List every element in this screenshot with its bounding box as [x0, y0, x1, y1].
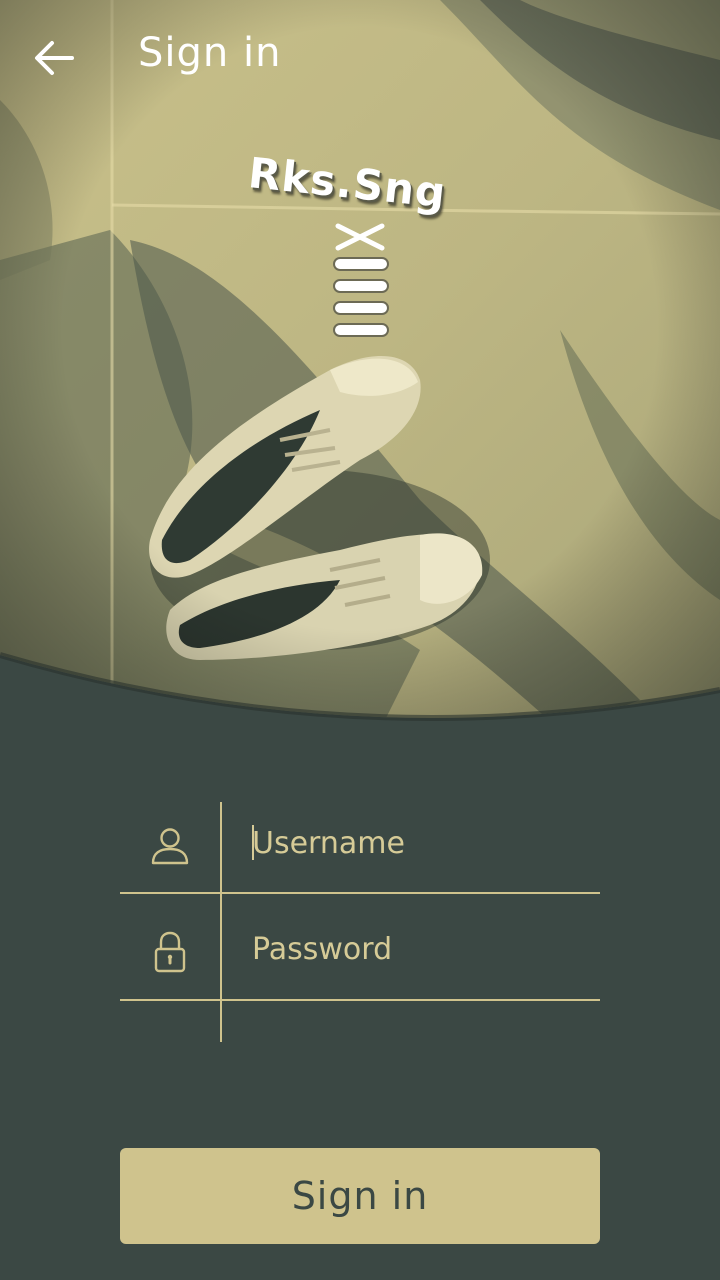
form-divider [120, 999, 600, 1001]
sign-in-button[interactable]: Sign in [120, 1148, 600, 1244]
password-row [120, 908, 600, 998]
password-input[interactable] [252, 924, 592, 974]
user-icon [144, 820, 196, 872]
text-cursor [252, 825, 254, 860]
sneakers-photo [0, 0, 720, 721]
sign-in-form [120, 802, 600, 1042]
username-row [120, 802, 600, 892]
page-title: Sign in [138, 30, 282, 76]
back-button[interactable] [28, 32, 80, 84]
hero-image-area: Sign in Rks.Sng [0, 0, 720, 730]
username-input[interactable] [252, 818, 592, 868]
form-divider [120, 892, 600, 894]
arrow-left-icon [35, 41, 74, 75]
lock-icon [144, 926, 196, 978]
shoelace-icon [333, 223, 389, 337]
